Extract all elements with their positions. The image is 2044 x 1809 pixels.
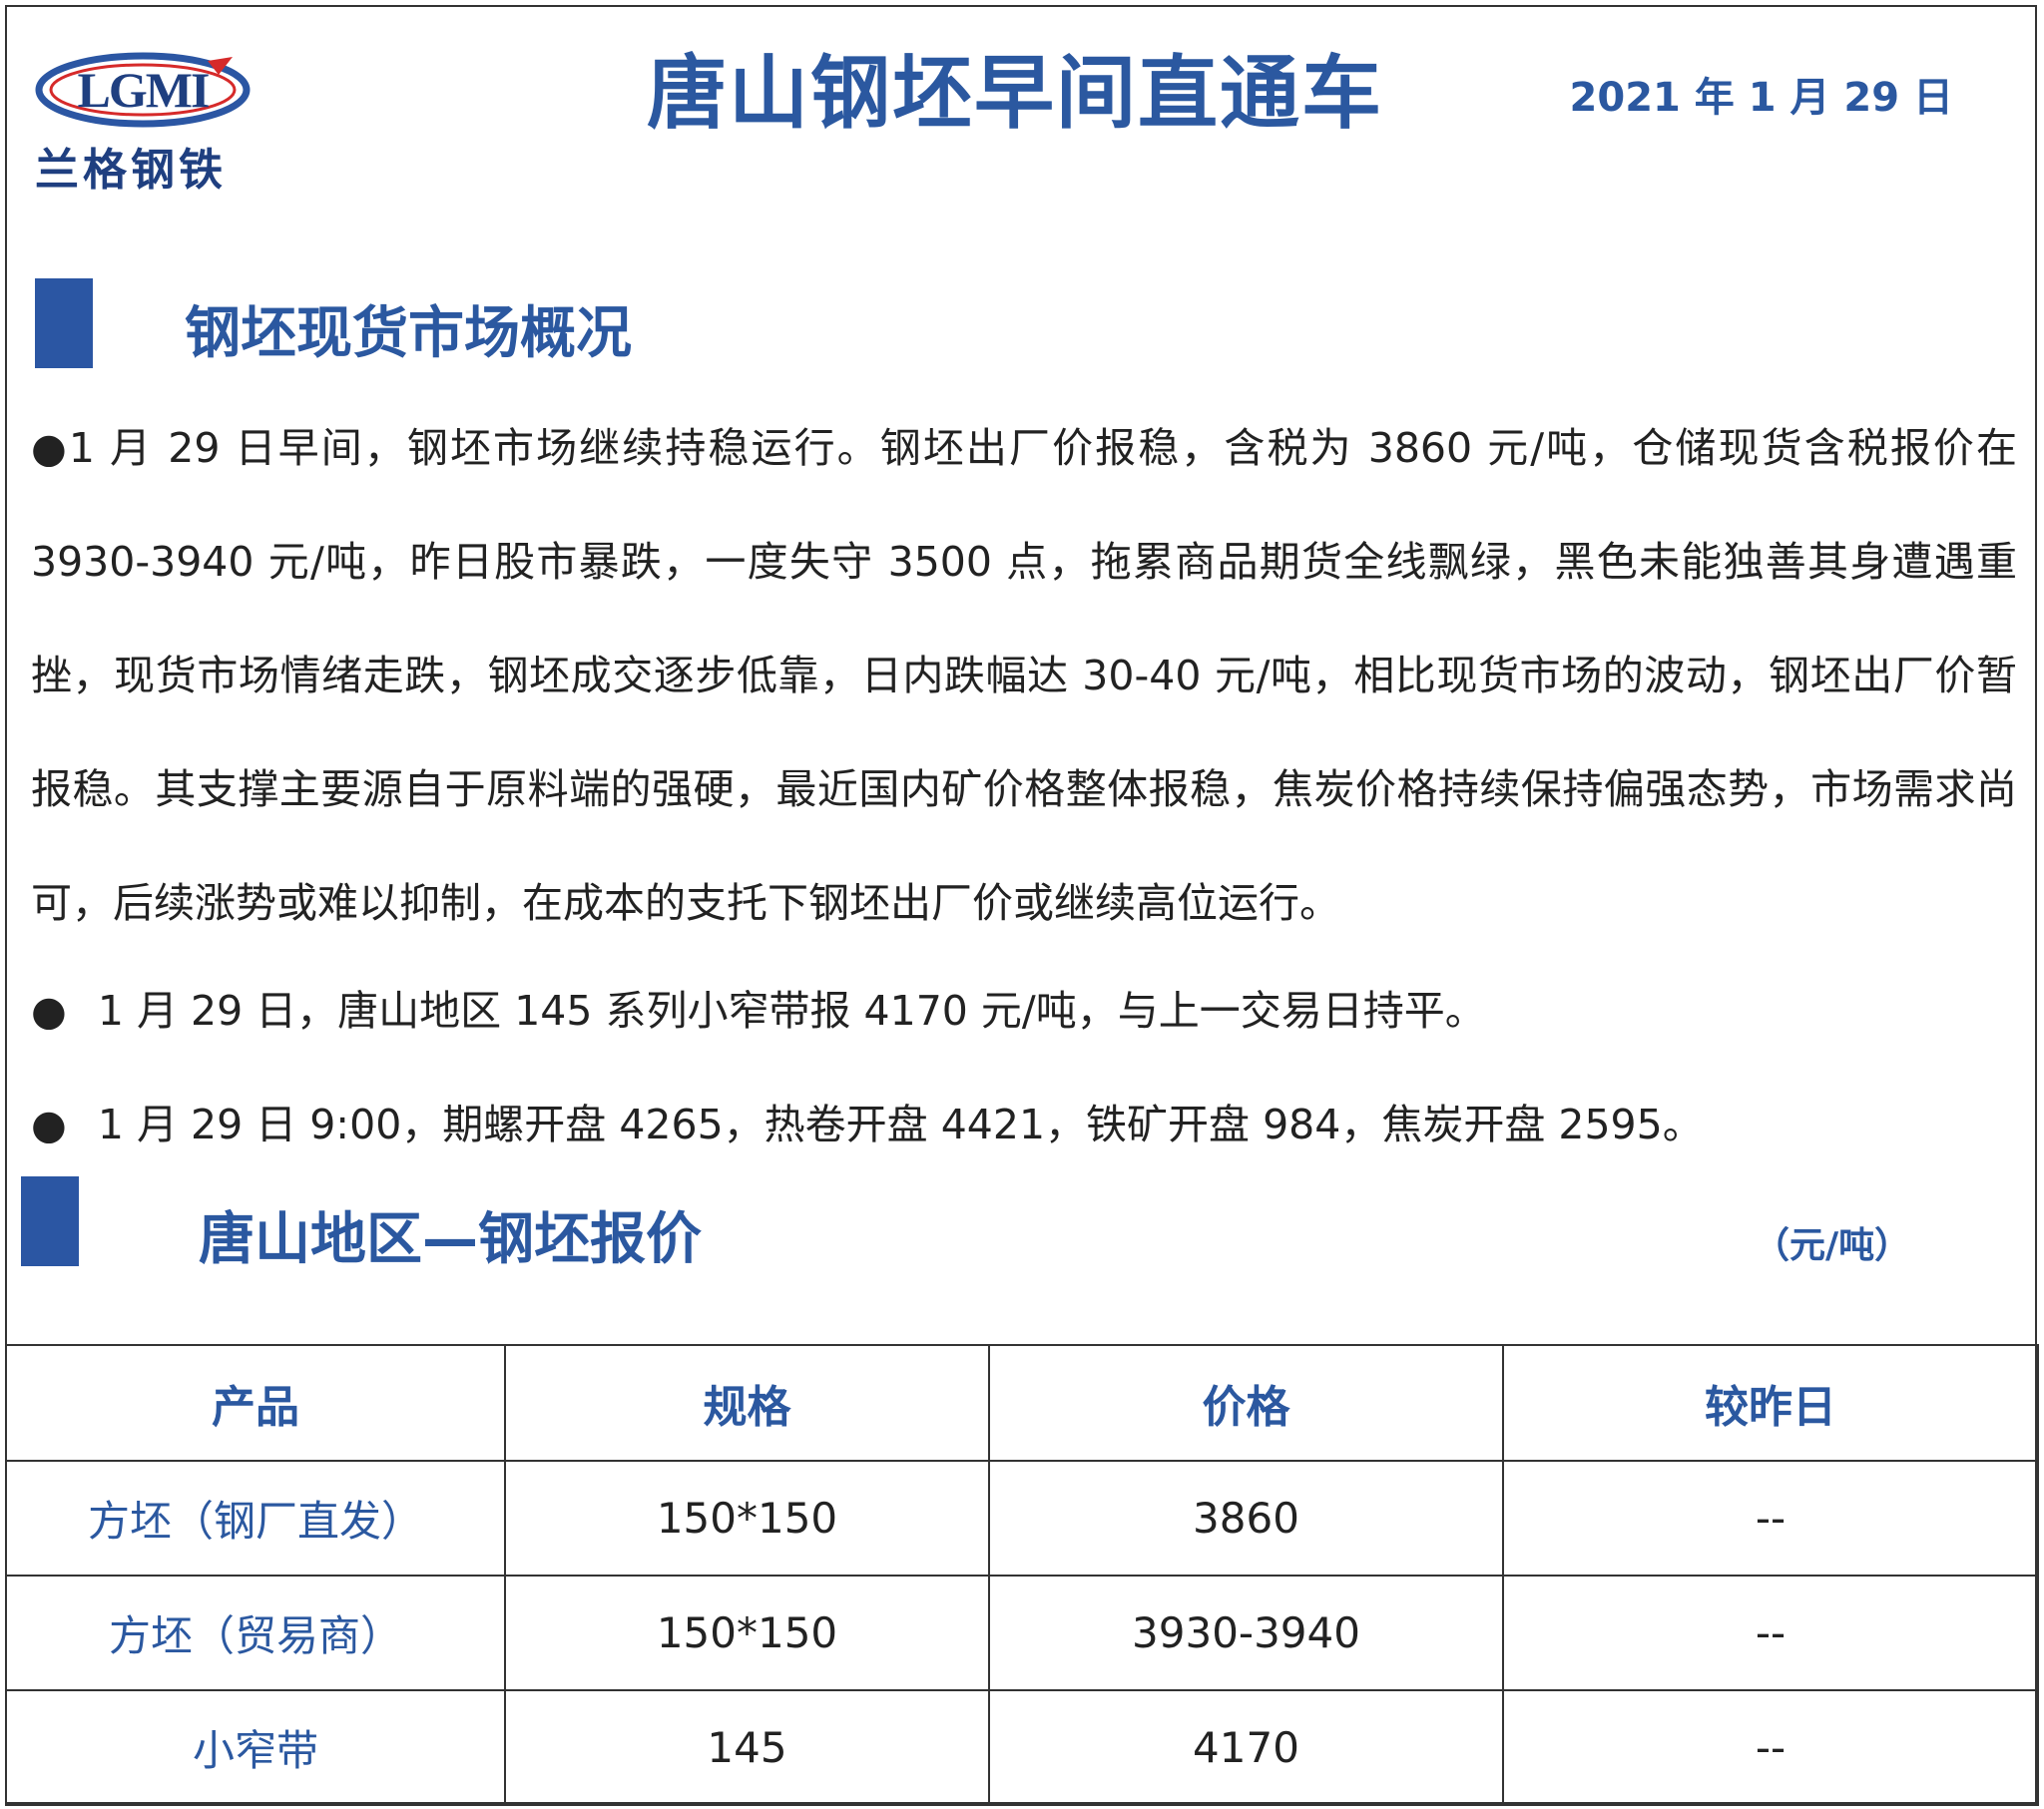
bullet-text: 1 月 29 日，唐山地区 145 系列小窄带报 4170 元/吨，与上一交易日… bbox=[97, 987, 1486, 1035]
bullet-icon: ● bbox=[31, 987, 67, 1035]
section1-title: 钢坯现货市场概况 bbox=[185, 301, 632, 366]
header-spec: 规格 bbox=[504, 1344, 990, 1462]
section2-marker bbox=[21, 1176, 79, 1266]
cell-price: 3860 bbox=[988, 1460, 1504, 1577]
section1-marker bbox=[35, 278, 93, 368]
report-date: 2021 年 1 月 29 日 bbox=[1569, 75, 1953, 121]
svg-text:兰格钢铁: 兰格钢铁 bbox=[35, 145, 227, 196]
table-row: 方坯（贸易商） 150*150 3930-3940 -- bbox=[5, 1575, 2039, 1691]
price-unit: （元/吨） bbox=[1754, 1225, 1911, 1266]
table-row: 小窄带 145 4170 -- bbox=[5, 1689, 2039, 1806]
cell-change: -- bbox=[1502, 1460, 2039, 1577]
svg-text:LGMI: LGMI bbox=[78, 62, 209, 118]
cell-price: 4170 bbox=[988, 1689, 1504, 1806]
cell-change: -- bbox=[1502, 1575, 2039, 1691]
lgmi-logo-icon: LGMI 兰格钢铁 bbox=[35, 52, 251, 196]
cell-spec: 145 bbox=[504, 1689, 990, 1806]
report-title: 唐山钢坯早间直通车 bbox=[647, 47, 1383, 140]
bullet-item-narrow-strip: ● 1 月 29 日，唐山地区 145 系列小窄带报 4170 元/吨，与上一交… bbox=[31, 977, 2017, 1037]
company-logo: LGMI 兰格钢铁 bbox=[33, 45, 262, 205]
header-price: 价格 bbox=[988, 1344, 1504, 1462]
cell-product: 方坯（贸易商） bbox=[5, 1575, 506, 1691]
table-header-row: 产品 规格 价格 较昨日 bbox=[5, 1344, 2039, 1462]
section2-title: 唐山地区—钢坯报价 bbox=[199, 1207, 702, 1272]
header-change: 较昨日 bbox=[1502, 1344, 2039, 1462]
price-table: 产品 规格 价格 较昨日 方坯（钢厂直发） 150*150 3860 -- 方坯… bbox=[5, 1344, 2039, 1806]
cell-change: -- bbox=[1502, 1689, 2039, 1806]
bullet-icon: ● bbox=[31, 1101, 67, 1148]
cell-product: 小窄带 bbox=[5, 1689, 506, 1806]
market-overview-paragraph: ●1 月 29 日早间，钢坯市场继续持稳运行。钢坯出厂价报稳，含税为 3860 … bbox=[31, 424, 2017, 927]
header-product: 产品 bbox=[5, 1344, 506, 1462]
cell-spec: 150*150 bbox=[504, 1575, 990, 1691]
cell-spec: 150*150 bbox=[504, 1460, 990, 1577]
table-row: 方坯（钢厂直发） 150*150 3860 -- bbox=[5, 1460, 2039, 1577]
bullet-text: 1 月 29 日 9:00，期螺开盘 4265，热卷开盘 4421，铁矿开盘 9… bbox=[97, 1101, 1704, 1148]
cell-product: 方坯（钢厂直发） bbox=[5, 1460, 506, 1577]
bullet-item-futures-open: ● 1 月 29 日 9:00，期螺开盘 4265，热卷开盘 4421，铁矿开盘… bbox=[31, 1091, 2017, 1150]
cell-price: 3930-3940 bbox=[988, 1575, 1504, 1691]
